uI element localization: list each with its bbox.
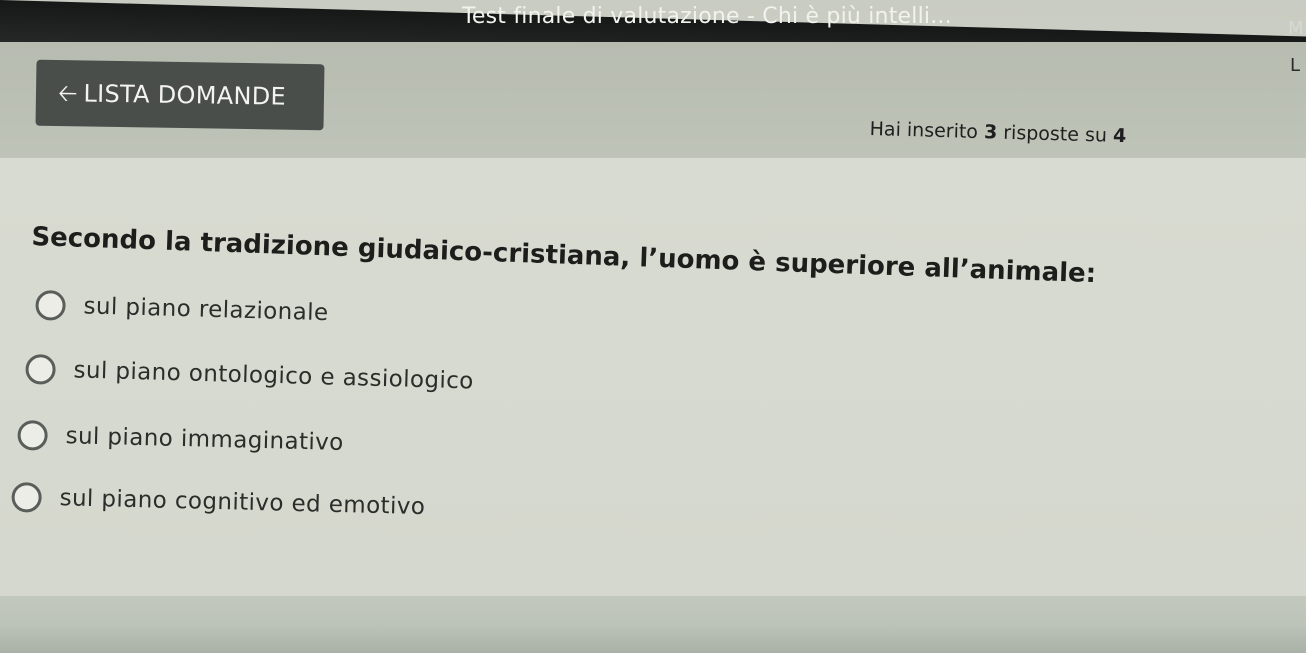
radio-button[interactable] bbox=[11, 482, 42, 513]
arrow-left-icon: 🡠 bbox=[57, 79, 78, 108]
radio-button[interactable] bbox=[17, 420, 48, 451]
progress-middle: risposte su bbox=[996, 121, 1114, 147]
test-title: Test finale di valutazione - Chi è più i… bbox=[462, 4, 952, 29]
radio-button[interactable] bbox=[35, 290, 66, 321]
progress-total-count: 4 bbox=[1112, 124, 1127, 148]
screen: Test finale di valutazione - Chi è più i… bbox=[0, 0, 1306, 653]
back-to-question-list-button[interactable]: 🡠 LISTA DOMANDE bbox=[35, 59, 325, 131]
footer-band bbox=[0, 596, 1306, 653]
radio-button[interactable] bbox=[25, 354, 56, 385]
answer-option-label: sul piano immaginativo bbox=[65, 423, 345, 456]
corner-label-bottom: L bbox=[1290, 55, 1301, 76]
progress-answered-count: 3 bbox=[983, 121, 998, 144]
corner-label-top: M bbox=[1288, 18, 1304, 39]
answer-option-label: sul piano relazionale bbox=[83, 293, 329, 327]
back-button-label: LISTA DOMANDE bbox=[83, 79, 287, 111]
progress-prefix: Hai inserito bbox=[869, 118, 985, 144]
